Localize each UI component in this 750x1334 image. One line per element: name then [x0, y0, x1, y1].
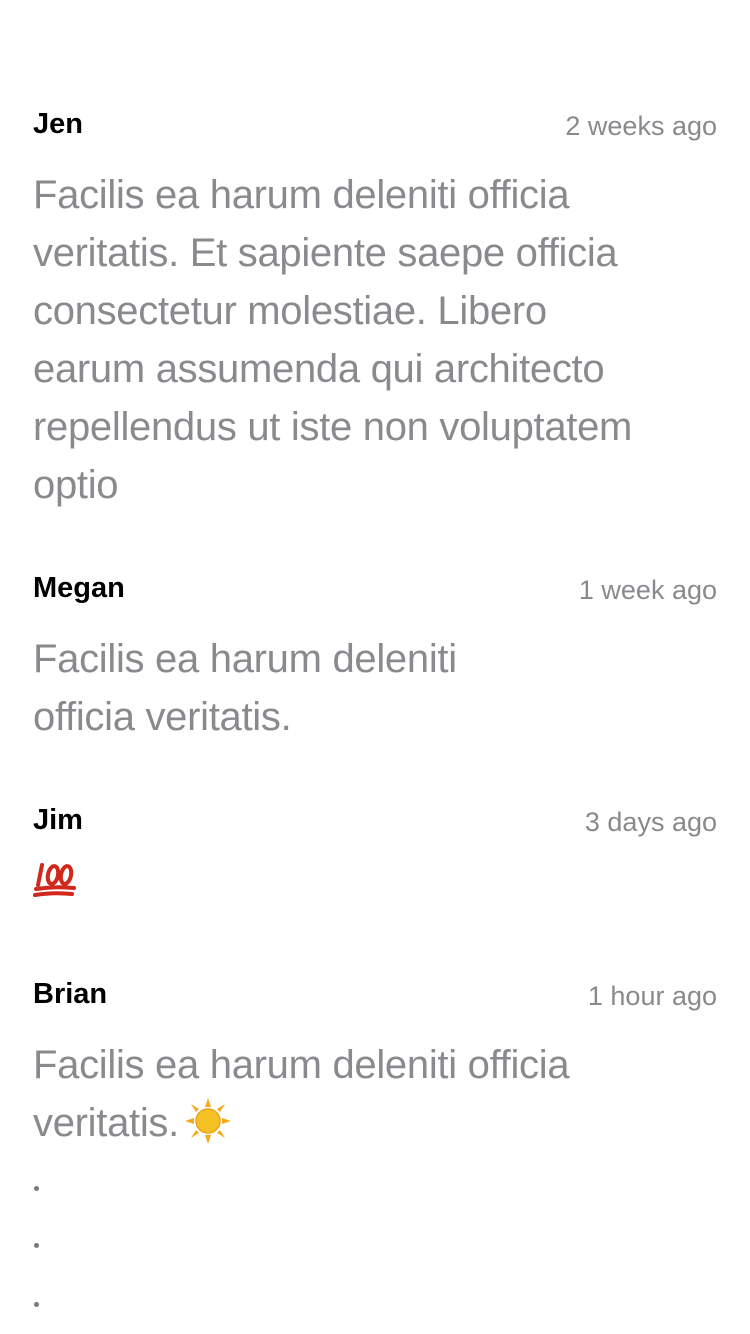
comment-body-line: optio: [33, 463, 119, 507]
comment-body-line: consectetur molestiae. Libero: [33, 289, 547, 333]
ellipsis-dot: [34, 1302, 39, 1307]
comment-body-line: Facilis ea harum deleniti officia: [33, 173, 570, 217]
comment-body-line: earum assumenda qui architecto: [33, 347, 605, 391]
comment-body-line: Facilis ea harum deleniti: [33, 637, 457, 681]
comment-timestamp: 1 week ago: [578, 575, 717, 605]
comment-author[interactable]: Jen: [33, 104, 83, 144]
comment-header: Jen 2 weeks ago: [33, 104, 717, 144]
comment-body-line: repellendus ut iste non voluptatem: [33, 405, 633, 449]
comment-timestamp: 2 weeks ago: [565, 111, 717, 141]
comment-item: Brian 1 hour ago Facilis ea harum deleni…: [33, 974, 717, 1152]
comment-header: Megan 1 week ago: [33, 568, 717, 608]
sun-emoji-icon: [184, 1098, 231, 1144]
ellipsis-dot: [34, 1243, 39, 1248]
comment-body-line: officia veritatis.: [33, 695, 292, 739]
comment-body-line: veritatis.: [33, 1094, 717, 1152]
comment-item: Megan 1 week ago Facilis ea harum deleni…: [33, 568, 717, 746]
hundred-points-emoji-icon: [33, 858, 77, 898]
comment-timestamp: 3 days ago: [584, 807, 717, 837]
comment-body-line: Facilis ea harum deleniti officia: [33, 1043, 570, 1087]
comment-item: Jim 3 days ago: [33, 800, 717, 903]
ellipsis-dot: [34, 1186, 39, 1191]
comment-body: Facilis ea harum deleniti officia verita…: [33, 166, 717, 514]
comment-body-line: veritatis. Et sapiente saepe officia: [33, 231, 618, 275]
comment-body: Facilis ea harum deleniti officia verita…: [33, 630, 717, 746]
comment-author[interactable]: Megan: [33, 568, 125, 608]
comment-body: Facilis ea harum deleniti officia verita…: [33, 1036, 717, 1152]
comment-timestamp: 1 hour ago: [587, 981, 717, 1011]
comment-author[interactable]: Brian: [33, 974, 107, 1014]
comment-header: Jim 3 days ago: [33, 800, 717, 840]
comment-header: Brian 1 hour ago: [33, 974, 717, 1014]
comment-item: Jen 2 weeks ago Facilis ea harum delenit…: [33, 104, 717, 514]
comment-body-line-text: veritatis.: [33, 1101, 179, 1145]
comment-author[interactable]: Jim: [33, 800, 83, 840]
